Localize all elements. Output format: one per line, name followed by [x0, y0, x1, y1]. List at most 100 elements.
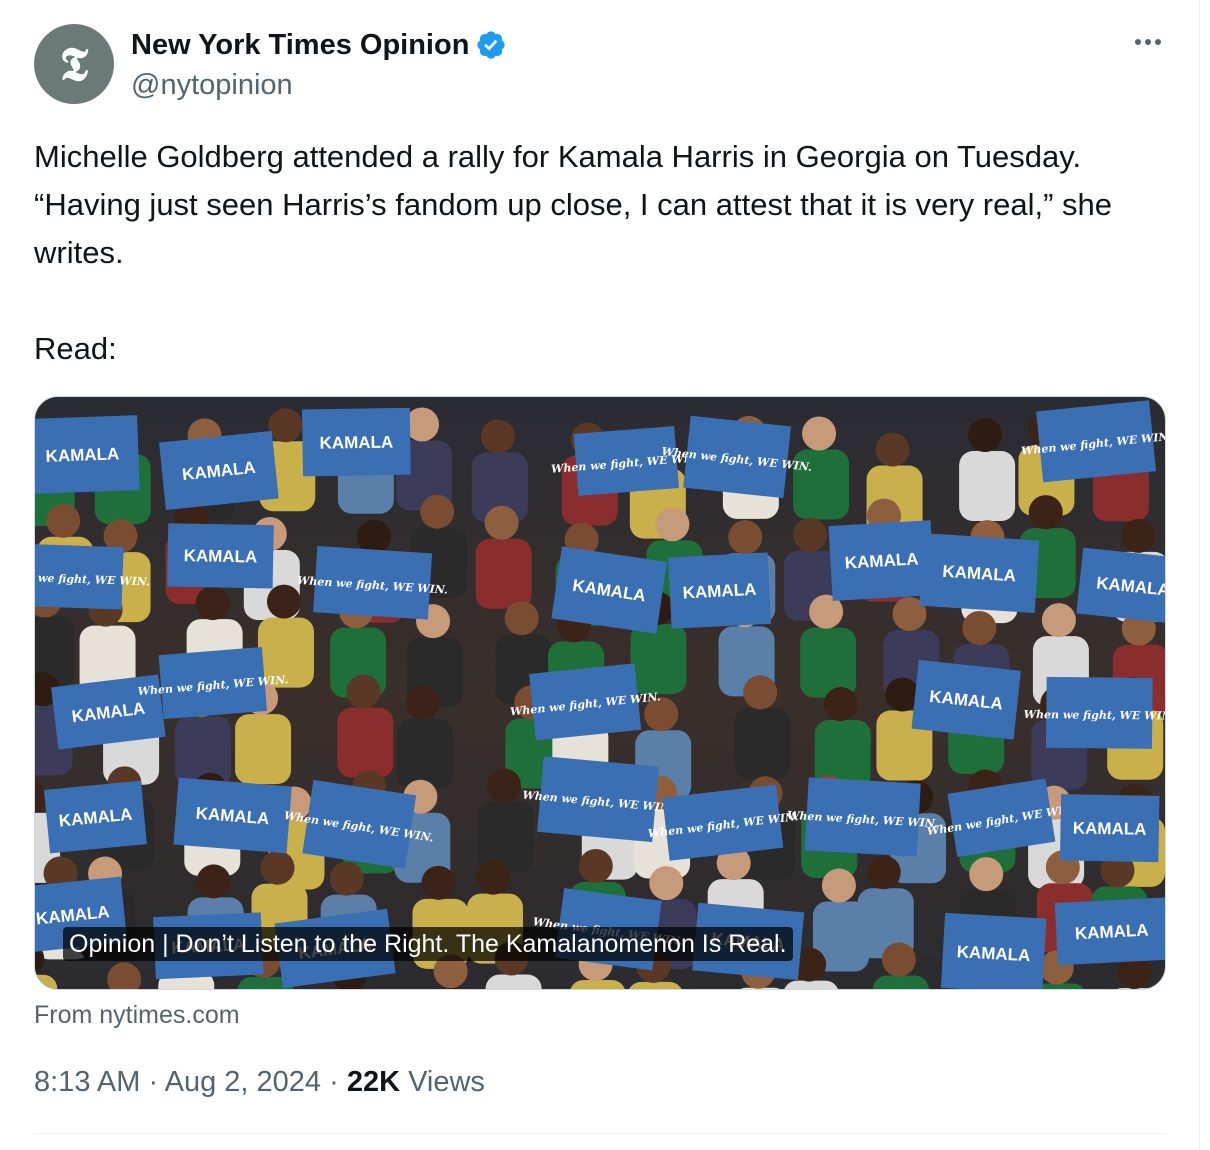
crowd-person-body [337, 707, 394, 778]
crowd-person-head [793, 517, 828, 552]
crowd-person-head [329, 861, 364, 896]
tweet-meta: 8:13 AM · Aug 2, 2024 · 22K Views [34, 1064, 485, 1100]
views-label: Views [408, 1066, 485, 1098]
crowd-person-body [784, 980, 838, 989]
crowd-person-head [578, 848, 613, 883]
campaign-sign: KAMALA [551, 546, 667, 634]
campaign-sign: When we fight, WE WIN. [297, 545, 448, 620]
more-dot [1145, 39, 1151, 45]
sign-text: KAMALA [1074, 921, 1149, 944]
author-handle[interactable]: @nytopinion [131, 68, 293, 102]
crowd-person-body [475, 538, 532, 609]
divider [34, 1133, 1166, 1134]
author-display-name[interactable]: New York Times Opinion [131, 28, 469, 62]
crowd-person-head [46, 503, 81, 538]
crowd-person-head [487, 768, 522, 803]
crowd-person-head [1028, 495, 1063, 530]
crowd-person-body [397, 718, 454, 789]
crowd-person-head [107, 962, 142, 989]
campaign-sign: KAMALA [919, 533, 1040, 614]
crowd-person-head [406, 685, 441, 720]
crowd-person-head [728, 520, 763, 555]
crowd-person-head [484, 505, 519, 540]
crowd-person-body [800, 627, 857, 698]
campaign-sign: KAMALA [167, 523, 274, 589]
crowd-person-body [235, 714, 292, 785]
campaign-sign: KAMALA [173, 777, 292, 854]
crowd-person-head [421, 865, 456, 900]
crowd-person-head [420, 494, 455, 529]
timeline-border [1199, 0, 1200, 1150]
avatar[interactable]: 𝕿 [34, 24, 114, 104]
crowd-person-head [649, 866, 684, 901]
campaign-sign: KAMALA [940, 912, 1047, 989]
crowd-person-head [962, 611, 997, 646]
author-name-row: New York Times Opinion [131, 28, 507, 62]
campaign-sign: KAMALA [1076, 547, 1165, 625]
crowd-person-head [875, 432, 910, 467]
crowd-person-head [1121, 518, 1156, 553]
campaign-sign: KAMALA [828, 520, 935, 601]
link-card[interactable]: KAMALA KAMALA KAMALA When we fight, WE WIN.… [34, 396, 1166, 990]
crowd-person-head [1041, 603, 1076, 638]
crowd-person-head [823, 687, 858, 722]
more-dots-icon[interactable] [1126, 30, 1170, 54]
campaign-sign: KAMALA [911, 659, 1021, 740]
crowd-person-head [821, 868, 856, 903]
sign-text: KAMALA [682, 580, 757, 603]
sign-text: KAMALA [319, 433, 393, 453]
crowd-person-body [734, 708, 791, 779]
link-card-title[interactable]: Opinion | Don’t Listen to the Right. The… [63, 927, 793, 961]
crowd-person-head [196, 864, 231, 899]
more-dot [1155, 39, 1161, 45]
more-dot [1135, 39, 1141, 45]
crowd-person-head [260, 850, 295, 885]
crowd-person-head [476, 860, 511, 895]
crowd-person-head [881, 942, 916, 977]
meta-separator: · [148, 1066, 159, 1098]
crowd-person-head [357, 519, 392, 554]
crowd-person-body [485, 974, 542, 989]
crowd-person-head [968, 418, 1003, 453]
tweet-header: 𝕿 New York Times Opinion @nytopinion [34, 24, 1174, 106]
crowd-person-head [346, 674, 381, 709]
crowd-person-body [630, 624, 687, 695]
campaign-sign: KAMALA [1054, 897, 1165, 966]
crowd-person-head [504, 601, 539, 636]
crowd-person-body [959, 451, 1016, 522]
meta-separator: · [329, 1066, 339, 1098]
crowd-person-head [195, 586, 230, 621]
crowd-person-head [969, 857, 1004, 892]
campaign-sign: KAMALA [43, 780, 147, 854]
crowd-person-head [268, 408, 303, 443]
crowd-person-head [802, 416, 837, 451]
nyt-logo-icon: 𝕿 [59, 37, 89, 91]
crowd-person-head [480, 419, 515, 454]
link-source[interactable]: From nytimes.com [34, 1000, 240, 1030]
verified-badge-icon[interactable] [475, 29, 507, 61]
campaign-sign: KAMALA [668, 552, 772, 629]
crowd-person-body [35, 974, 58, 989]
campaign-sign: When we fight, WE WIN. [787, 777, 939, 857]
campaign-sign: KAMALA [35, 415, 140, 495]
campaign-sign: KAMALA [1059, 794, 1160, 863]
sign-text: KAMALA [45, 444, 119, 466]
crowd-person-head [866, 855, 901, 890]
crowd-person-body [570, 979, 625, 989]
tweet-date[interactable]: Aug 2, 2024 [165, 1066, 321, 1098]
sign-text: KAMALA [183, 546, 257, 566]
campaign-sign: KAMALA [159, 430, 279, 511]
crowd-person-body [629, 981, 682, 989]
rally-crowd-photo: KAMALAKAMALAKAMALAWhen we fight, WE WIN.… [35, 400, 1165, 989]
crowd-person-head [655, 507, 690, 542]
campaign-sign: KAMALA [301, 407, 411, 477]
tweet-text: Michelle Goldberg attended a rally for K… [34, 139, 1113, 366]
views-count: 22K [346, 1066, 401, 1098]
sign-text: KAMALA [1073, 819, 1147, 839]
crowd-person-body [478, 801, 535, 872]
crowd-person-head [266, 584, 301, 619]
tweet-time[interactable]: 8:13 AM [34, 1066, 140, 1098]
crowd-person-body [872, 975, 929, 989]
sign-text: When we fight, WE WIN. [1024, 708, 1165, 723]
crowd-person-head [743, 675, 778, 710]
